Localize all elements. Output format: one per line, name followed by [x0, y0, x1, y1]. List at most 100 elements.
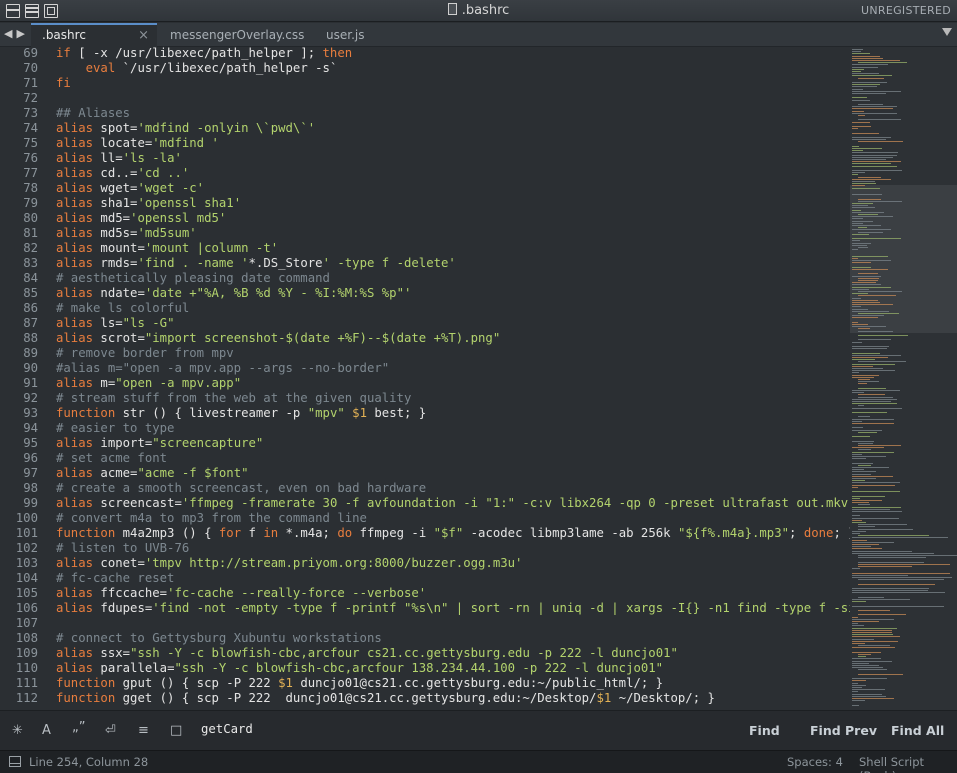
minimap-line [852, 462, 873, 464]
find-input[interactable] [198, 718, 728, 740]
code-line[interactable]: function m4a2mp3 () { for f in *.m4a; do… [56, 526, 850, 541]
whole-word-icon[interactable]: „” [72, 720, 85, 735]
code-line[interactable]: alias ssx="ssh -Y -c blowfish-cbc,arcfou… [56, 646, 850, 661]
line-number: 101 [15, 526, 38, 540]
minimap-line [852, 700, 865, 702]
code-line[interactable]: alias ndate='date +"%A, %B %d %Y - %I:%M… [56, 286, 850, 301]
code-line[interactable]: ## Aliases [56, 106, 850, 121]
minimap-line [858, 313, 899, 314]
code-line[interactable]: alias parallela="ssh -Y -c blowfish-cbc,… [56, 661, 850, 676]
code-line[interactable]: alias acme="acme -f $font" [56, 466, 850, 481]
minimap-line [852, 229, 891, 231]
code-line[interactable]: # listen to UVB-76 [56, 541, 850, 556]
minimap-line [852, 225, 881, 226]
code-line[interactable]: alias rmds='find . -name '*.DS_Store' -t… [56, 256, 850, 271]
code-line[interactable]: eval `/usr/libexec/path_helper -s` [56, 61, 850, 76]
minimap-line [858, 387, 886, 389]
tab-bashrc[interactable]: .bashrc × [31, 23, 157, 47]
tab-back-icon[interactable]: ◀ [4, 27, 16, 40]
minimap-line [852, 203, 873, 204]
code-line[interactable]: fi [56, 76, 850, 91]
code-line[interactable]: alias fdupes='find -not -empty -type f -… [56, 601, 850, 616]
minimap-line [858, 614, 906, 616]
code-line[interactable]: function str () { livestreamer -p "mpv" … [56, 406, 850, 421]
code-line[interactable] [56, 91, 850, 106]
code-line[interactable]: alias m="open -a mpv.app" [56, 376, 850, 391]
code-line[interactable]: # fc-cache reset [56, 571, 850, 586]
code-line[interactable]: # create a smooth screencast, even on ba… [56, 481, 850, 496]
code-editor[interactable]: 69 70 71 72 73 74 75 76 77 78 79 80 81 82 83 84 85 86 87 88… [0, 47, 850, 710]
window-title-text: .bashrc [461, 3, 510, 18]
minimap-line [852, 249, 858, 251]
find-prev-button[interactable]: Find Prev [810, 723, 877, 738]
code-line[interactable]: alias ffccache='fc-cache --really-force … [56, 586, 850, 601]
wrap-icon[interactable]: ⏎ [105, 723, 116, 738]
code-line[interactable]: alias locate='mdfind ' [56, 136, 850, 151]
code-line[interactable]: alias sha1='openssl sha1' [56, 196, 850, 211]
code-line[interactable]: # make ls colorful [56, 301, 850, 316]
minimap-line [852, 106, 897, 108]
code-line[interactable]: # easier to type [56, 421, 850, 436]
code-line[interactable]: # aesthetically pleasing date command [56, 271, 850, 286]
registration-label: UNREGISTERED [861, 4, 951, 17]
code-line[interactable]: alias spot='mdfind -onlyin \`pwd\`' [56, 121, 850, 136]
minimap-line [852, 665, 879, 666]
minimap[interactable] [850, 47, 957, 710]
syntax-selector[interactable]: Shell Script (Bash) [859, 755, 957, 773]
line-number: 98 [23, 481, 38, 495]
tab-list-dropdown-icon[interactable] [942, 28, 952, 36]
panel-toggle-icon[interactable] [9, 756, 21, 767]
minimap-line [852, 374, 879, 376]
tab-nav[interactable]: ◀▶ [4, 27, 29, 40]
code-line[interactable]: # set acme font [56, 451, 850, 466]
code-area[interactable]: if [ -x /usr/libexec/path_helper ]; then… [56, 47, 850, 706]
tab-messengeroverlay-css[interactable]: messengerOverlay.css [170, 23, 304, 47]
minimap-line [852, 695, 886, 697]
find-button[interactable]: Find [749, 723, 780, 738]
tab-forward-icon[interactable]: ▶ [16, 27, 28, 40]
minimap-line [852, 682, 858, 684]
code-line[interactable]: #alias m="open -a mpv.app --args --no-bo… [56, 361, 850, 376]
minimap-line [852, 407, 902, 409]
minimap-line [852, 588, 929, 589]
minimap-line [858, 273, 878, 275]
tab-user-js[interactable]: user.js [326, 23, 364, 47]
code-line[interactable]: alias mount='mount |column -t' [56, 241, 850, 256]
code-line[interactable]: alias md5='openssl md5' [56, 211, 850, 226]
minimap-line [852, 491, 900, 493]
minimap-line [852, 634, 893, 636]
find-all-button[interactable]: Find All [891, 723, 944, 738]
code-line[interactable]: function gget () { scp -P 222 duncjo01@c… [56, 691, 850, 706]
code-line[interactable]: # remove border from mpv [56, 346, 850, 361]
minimap-line [852, 233, 869, 235]
code-line[interactable]: # convert m4a to mp3 from the command li… [56, 511, 850, 526]
in-selection-icon[interactable]: ≡ [138, 723, 149, 738]
minimap-line [852, 99, 870, 101]
code-line[interactable]: alias import="screencapture" [56, 436, 850, 451]
minimap-line [852, 359, 875, 361]
code-line[interactable]: alias cd..='cd ..' [56, 166, 850, 181]
code-line[interactable]: alias ll='ls -la' [56, 151, 850, 166]
code-line[interactable]: # connect to Gettysburg Xubuntu workstat… [56, 631, 850, 646]
regex-icon[interactable]: ✳ [12, 723, 23, 738]
line-number: 85 [23, 286, 38, 300]
indentation-setting[interactable]: Spaces: 4 [787, 755, 843, 769]
code-line[interactable]: alias md5s='md5sum' [56, 226, 850, 241]
minimap-line [858, 77, 884, 79]
code-line[interactable]: alias scrot="import screenshot-$(date +%… [56, 331, 850, 346]
code-line[interactable]: # stream stuff from the web at the given… [56, 391, 850, 406]
code-line[interactable]: if [ -x /usr/libexec/path_helper ]; then [56, 47, 850, 61]
code-line[interactable] [56, 616, 850, 631]
code-line[interactable]: alias wget='wget -c' [56, 181, 850, 196]
code-line[interactable]: alias conet='tmpv http://stream.priyom.o… [56, 556, 850, 571]
minimap-line [852, 704, 859, 706]
close-icon[interactable]: × [138, 28, 149, 43]
code-line[interactable]: function gput () { scp -P 222 $1 duncjo0… [56, 676, 850, 691]
code-line[interactable]: alias ls="ls -G" [56, 316, 850, 331]
case-icon[interactable]: A [42, 723, 51, 738]
line-number: 105 [15, 586, 38, 600]
code-line[interactable]: alias screencast='ffmpeg -framerate 30 -… [56, 496, 850, 511]
minimap-line [852, 71, 861, 72]
highlight-icon[interactable]: □ [170, 723, 182, 738]
minimap-line [852, 368, 883, 369]
